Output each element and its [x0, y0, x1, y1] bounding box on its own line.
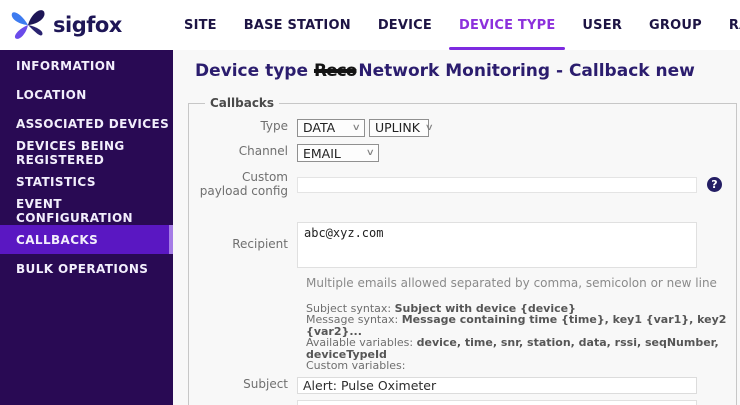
channel-select[interactable]: EMAIL ∨ [297, 144, 379, 162]
sidebar-item-devices-being-registered[interactable]: DEVICES BEING REGISTERED [0, 138, 173, 167]
nav-item-user[interactable]: USER [582, 0, 622, 50]
custom-payload-label: Custom payload config [199, 170, 288, 198]
sidebar-item-location[interactable]: LOCATION [0, 80, 173, 109]
sidebar-item-information[interactable]: INFORMATION [0, 51, 173, 80]
sidebar-item-bulk-operations[interactable]: BULK OPERATIONS [0, 254, 173, 283]
available-variables-line: Available variables: device, time, snr, … [306, 336, 719, 361]
direction-select-value: UPLINK [375, 120, 420, 135]
recipient-hint: Multiple emails allowed separated by com… [306, 275, 717, 290]
syntax-help-block: Subject syntax: Subject with device {dev… [306, 302, 728, 373]
channel-label: Channel [238, 144, 288, 159]
butterfly-logo-icon [11, 10, 45, 39]
title-suffix: Network Monitoring - Callback new [358, 61, 695, 81]
type-label: Type [260, 118, 288, 133]
sidebar: INFORMATION LOCATION ASSOCIATED DEVICES … [0, 50, 173, 405]
nav-item-site[interactable]: SITE [184, 0, 217, 50]
sigfox-logo[interactable]: sigfox [0, 9, 172, 41]
sidebar-item-statistics[interactable]: STATISTICS [0, 167, 173, 196]
chevron-down-icon: ∨ [352, 122, 362, 133]
direction-select[interactable]: UPLINK ∨ [369, 118, 434, 137]
sidebar-item-callbacks[interactable]: CALLBACKS [0, 225, 173, 254]
nav-item-device-type[interactable]: DEVICE TYPE [448, 0, 566, 50]
recipient-textarea[interactable]: abc@xyz.com [297, 221, 697, 268]
channel-select-value: EMAIL [303, 145, 341, 161]
custom-variables-line: Custom variables: [306, 359, 406, 373]
main-content: Device type Reco Network Monitoring - Call… [173, 50, 740, 405]
page-title: Device type Reco Network Monitoring - Call… [195, 61, 737, 81]
help-icon[interactable]: ? [707, 177, 722, 193]
nav-item-base-station[interactable]: BASE STATION [244, 0, 351, 50]
logo-text: sigfox [53, 13, 122, 37]
sidebar-item-associated-devices[interactable]: ASSOCIATED DEVICES [0, 109, 173, 138]
type-select[interactable]: DATA ∨ [297, 118, 365, 137]
nav-item-device[interactable]: DEVICE [378, 0, 432, 50]
message-syntax-line: Message syntax: Message containing time … [306, 313, 727, 338]
title-redacted-text: Reco [313, 61, 357, 81]
callbacks-fieldset: Callbacks Type DATA ∨ UPLINK ∨ Channel E… [188, 96, 737, 405]
type-select-value: DATA [303, 120, 336, 135]
callbacks-legend: Callbacks [210, 96, 275, 110]
custom-payload-input[interactable] [297, 176, 697, 193]
nav-item-group[interactable]: GROUP [649, 0, 702, 50]
main-nav: SITE BASE STATION DEVICE DEVICE TYPE USE… [184, 0, 740, 50]
top-header: sigfox SITE BASE STATION DEVICE DEVICE T… [0, 0, 740, 50]
title-prefix: Device type [195, 61, 308, 81]
recipient-label: Recipient [232, 236, 288, 251]
message-textarea[interactable]: Detected low oxygen. time: {time} data: … [297, 399, 697, 405]
chevron-down-icon: ∨ [366, 148, 376, 158]
nav-item-radio-planning[interactable]: RADIO PLANNING [729, 0, 740, 50]
sidebar-item-event-configuration[interactable]: EVENT CONFIGURATION [0, 196, 173, 225]
subject-label: Subject [243, 377, 288, 392]
chevron-down-icon: ∨ [424, 122, 434, 133]
subject-input[interactable] [297, 376, 697, 394]
